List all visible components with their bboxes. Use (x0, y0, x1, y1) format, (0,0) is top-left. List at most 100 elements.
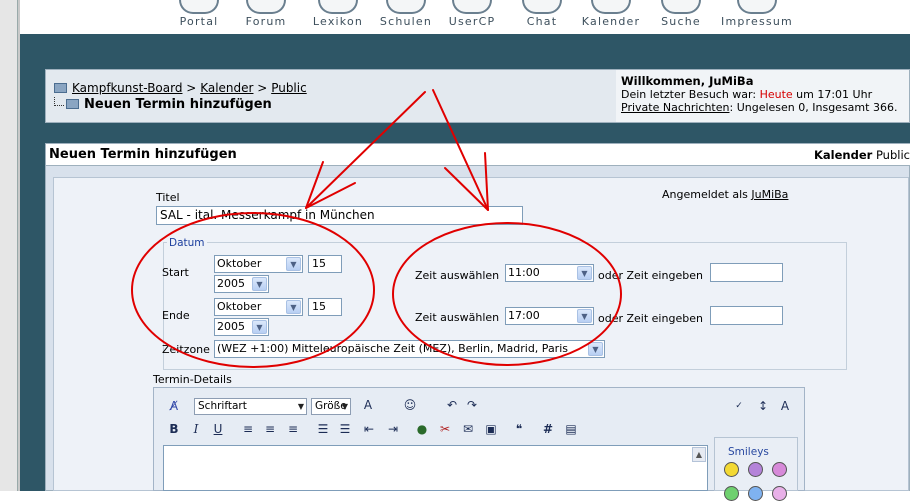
hash-icon[interactable]: # (540, 421, 556, 437)
image-icon[interactable]: ▣ (483, 421, 499, 437)
end-label: Ende (162, 309, 190, 322)
smiley-grin-icon[interactable] (772, 462, 787, 477)
panel-header-right: Kalender Public (814, 148, 910, 162)
end-time-select[interactable]: 17:00 ▼ (505, 307, 594, 325)
smiley-sad-icon[interactable] (748, 462, 763, 477)
start-year-value: 2005 (217, 277, 245, 290)
spellcheck-icon[interactable]: ✓ (731, 398, 747, 414)
indent-icon[interactable]: ⇥ (385, 421, 401, 437)
text-direction-icon[interactable]: A (777, 398, 793, 414)
undo-icon[interactable]: ↶ (444, 397, 460, 413)
panel-calendar-name: Public (875, 148, 910, 162)
nav-portal[interactable]: Portal (177, 0, 221, 34)
timezone-label: Zeitzone (162, 343, 210, 356)
breadcrumb-path: Kampfkunst-Board > Kalender > Public (54, 81, 307, 95)
timezone-value: (WEZ +1:00) Mitteleuropäische Zeit (MEZ)… (217, 342, 568, 355)
font-select[interactable]: Schriftart ▼ (194, 398, 307, 415)
nav-kalender-label: Kalender (581, 15, 641, 28)
text-color-icon[interactable]: A (360, 397, 376, 413)
kalender-icon (591, 0, 631, 14)
smiley-blue-icon[interactable] (748, 486, 763, 501)
chevron-down-icon: ▼ (286, 300, 301, 314)
start-time-select[interactable]: 11:00 ▼ (505, 264, 594, 282)
end-day-input[interactable]: 15 (308, 298, 342, 316)
start-month-value: Oktober (217, 257, 262, 270)
lexikon-icon (318, 0, 358, 14)
window-left-edge (0, 0, 18, 491)
nav-forum[interactable]: Forum (242, 0, 290, 34)
redo-icon[interactable]: ↷ (464, 397, 480, 413)
align-center-icon[interactable]: ≡ (262, 421, 278, 437)
page-title: Neuen Termin hinzufügen (84, 97, 272, 112)
start-year-select[interactable]: 2005 ▼ (214, 275, 269, 293)
underline-button[interactable]: U (210, 421, 226, 437)
unlink-icon[interactable]: ✂ (437, 421, 453, 437)
title-input[interactable]: SAL - ital. Messerkampf in München (156, 206, 523, 225)
nav-kalender[interactable]: Kalender (577, 0, 645, 34)
scroll-up-icon[interactable]: ▲ (692, 447, 706, 462)
breadcrumb-current: Neuen Termin hinzufügen (54, 97, 272, 112)
nav-chat[interactable]: Chat (520, 0, 564, 34)
bold-button[interactable]: B (166, 421, 182, 437)
last-visit-prefix: Dein letzter Besuch war: (621, 88, 757, 101)
ordered-list-icon[interactable]: ☰ (315, 421, 331, 437)
forum-icon (246, 0, 286, 14)
quote-icon[interactable]: ❝ (511, 421, 527, 437)
start-time-select-label: Zeit auswählen (415, 269, 500, 282)
breadcrumb-public-link[interactable]: Public (271, 81, 307, 95)
link-icon[interactable]: ● (414, 421, 430, 437)
chevron-down-icon: ▼ (577, 266, 592, 280)
remove-format-icon[interactable]: A̸ (166, 398, 182, 414)
align-right-icon[interactable]: ≡ (285, 421, 301, 437)
size-select[interactable]: Größe ▼ (311, 398, 351, 415)
chat-icon (522, 0, 562, 14)
timezone-select[interactable]: (WEZ +1:00) Mitteleuropäische Zeit (MEZ)… (214, 340, 605, 358)
nav-impressum[interactable]: Impressum (715, 0, 799, 34)
logged-in-prefix: Angemeldet als (662, 188, 748, 201)
smiley-happy-icon[interactable] (724, 462, 739, 477)
usercp-icon (452, 0, 492, 14)
start-month-select[interactable]: Oktober ▼ (214, 255, 303, 273)
breadcrumb-calendar-link[interactable]: Kalender (200, 81, 253, 95)
end-month-select[interactable]: Oktober ▼ (214, 298, 303, 316)
smiley-pink-icon[interactable] (772, 486, 787, 501)
chevron-down-icon: ▼ (588, 342, 603, 356)
last-visit-day: Heute (759, 88, 793, 101)
chevron-down-icon: ▼ (341, 402, 348, 411)
smiley-menu-icon[interactable]: ☺ (402, 397, 418, 413)
nav-portal-label: Portal (179, 15, 219, 28)
start-time-input[interactable] (710, 263, 783, 282)
nav-usercp[interactable]: UserCP (443, 0, 501, 34)
resize-icon[interactable]: ↕ (755, 398, 771, 414)
end-time-select-label: Zeit auswählen (415, 311, 500, 324)
italic-button[interactable]: I (188, 421, 204, 437)
last-visit-suffix: um 17:01 Uhr (796, 88, 873, 101)
breadcrumb-board-link[interactable]: Kampfkunst-Board (72, 81, 182, 95)
chevron-down-icon: ▼ (252, 320, 267, 334)
logged-in-info: Angemeldet als JuMiBa (662, 188, 788, 201)
end-year-select[interactable]: 2005 ▼ (214, 318, 269, 336)
welcome-greeting: Willkommen, JuMiBa (621, 74, 754, 88)
end-time-input[interactable] (710, 306, 783, 325)
outdent-icon[interactable]: ⇤ (361, 421, 377, 437)
smiley-green-icon[interactable] (724, 486, 739, 501)
details-textarea[interactable]: ▲ (163, 445, 708, 491)
nav-lexikon[interactable]: Lexikon (308, 0, 368, 34)
nav-suche[interactable]: Suche (656, 0, 706, 34)
nav-lexikon-label: Lexikon (312, 15, 364, 28)
panel-calendar-label: Kalender (813, 148, 873, 162)
logged-in-user-link[interactable]: JuMiBa (751, 188, 788, 201)
align-left-icon[interactable]: ≡ (240, 421, 256, 437)
title-label: Titel (156, 191, 180, 204)
paste-icon[interactable]: ▤ (563, 421, 579, 437)
unordered-list-icon[interactable]: ☰ (337, 421, 353, 437)
last-visit: Dein letzter Besuch war: Heute um 17:01 … (621, 88, 897, 101)
start-day-input[interactable]: 15 (308, 255, 342, 273)
nav-schulen[interactable]: Schulen (376, 0, 436, 34)
folder-icon (54, 83, 67, 93)
nav-chat-label: Chat (526, 15, 558, 28)
private-messages-count: : Ungelesen 0, Insgesamt 366. (729, 101, 898, 114)
private-messages-link[interactable]: Private Nachrichten (621, 101, 730, 114)
nav-forum-label: Forum (245, 15, 287, 28)
email-link-icon[interactable]: ✉ (460, 421, 476, 437)
